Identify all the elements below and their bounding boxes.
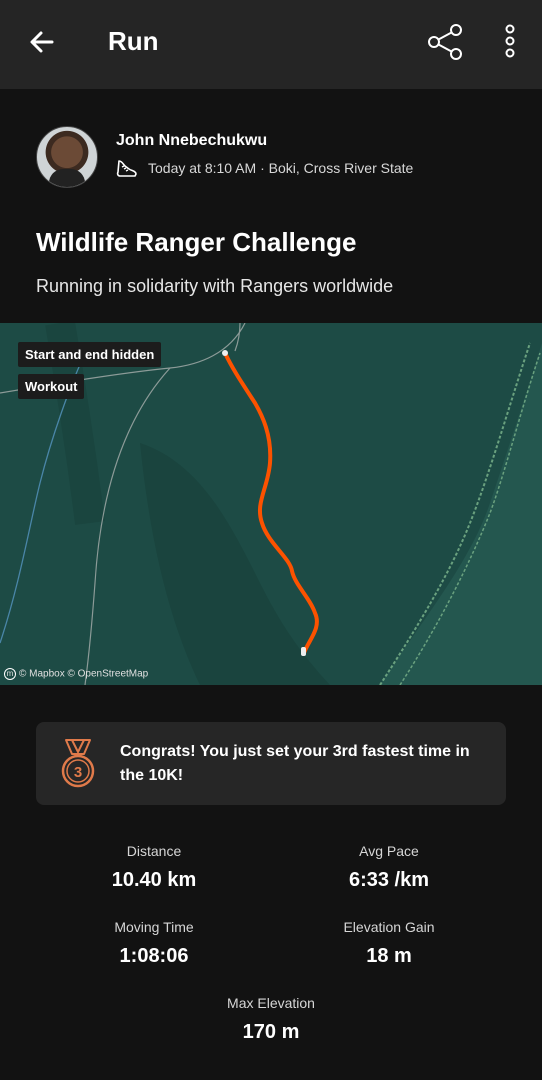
bronze-medal-icon: 3 bbox=[61, 739, 95, 788]
stat-label: Distance bbox=[126, 843, 182, 859]
stat-value: 6:33 /km bbox=[348, 869, 430, 891]
stat-moving-time: Moving Time 1:08:06 bbox=[54, 919, 254, 968]
activity-description: Running in solidarity with Rangers world… bbox=[36, 276, 394, 296]
activity-title: Wildlife Ranger Challenge bbox=[36, 227, 357, 257]
mapbox-logo-icon: m bbox=[4, 668, 16, 680]
stat-label: Moving Time bbox=[114, 919, 194, 935]
back-arrow-icon[interactable] bbox=[24, 24, 60, 60]
workout-badge: Workout bbox=[18, 374, 85, 399]
stat-label: Elevation Gain bbox=[343, 919, 435, 935]
map-attribution[interactable]: m © Mapbox © OpenStreetMap bbox=[4, 668, 148, 680]
map-credit-text: © Mapbox © OpenStreetMap bbox=[19, 668, 149, 680]
achievement-text: Congrats! You just set your 3rd fastest … bbox=[120, 743, 470, 784]
athlete-header: John Nnebechukwu Today at 8:10 AM · Boki… bbox=[36, 126, 506, 188]
stat-label: Avg Pace bbox=[359, 843, 419, 859]
stat-max-elevation: Max Elevation 170 m bbox=[171, 995, 371, 1044]
stat-distance: Distance 10.40 km bbox=[54, 843, 254, 892]
stat-value: 18 m bbox=[366, 945, 412, 967]
stat-value: 10.40 km bbox=[111, 869, 197, 891]
avatar[interactable] bbox=[36, 126, 98, 188]
stat-value: 170 m bbox=[242, 1021, 300, 1043]
running-shoe-icon bbox=[116, 160, 137, 177]
stat-elevation-gain: Elevation Gain 18 m bbox=[289, 919, 489, 968]
stat-label: Max Elevation bbox=[227, 995, 315, 1011]
medal-rank-text: 3 bbox=[74, 764, 82, 781]
share-icon[interactable] bbox=[426, 22, 466, 62]
top-app-bar: Run bbox=[0, 0, 542, 89]
stat-value: 1:08:06 bbox=[119, 945, 189, 967]
more-options-icon[interactable] bbox=[498, 22, 522, 62]
page-title: Run bbox=[108, 26, 159, 56]
stat-avg-pace: Avg Pace 6:33 /km bbox=[289, 843, 489, 892]
achievement-card[interactable]: 3 Congrats! You just set your 3rd fastes… bbox=[36, 722, 506, 805]
activity-meta: Today at 8:10 AM · Boki, Cross River Sta… bbox=[148, 160, 414, 176]
route-start-marker bbox=[222, 350, 228, 356]
route-end-marker bbox=[301, 647, 306, 656]
athlete-name[interactable]: John Nnebechukwu bbox=[116, 132, 267, 150]
start-end-hidden-badge: Start and end hidden bbox=[18, 342, 162, 367]
